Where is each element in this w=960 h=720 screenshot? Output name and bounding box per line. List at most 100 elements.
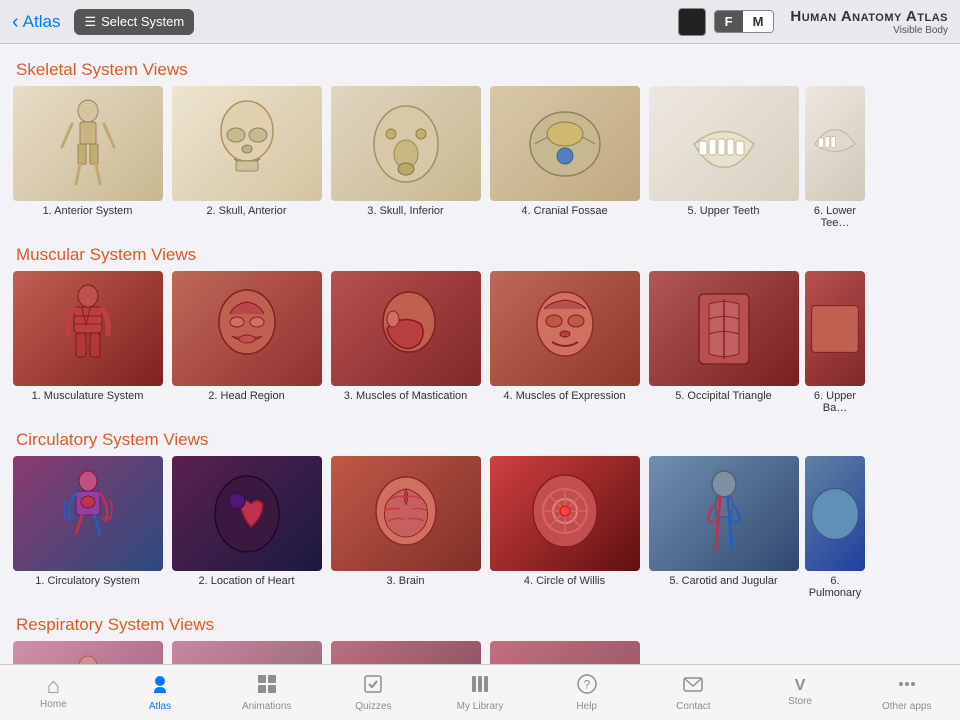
circulatory-image-2: [172, 456, 322, 571]
muscular-image-3: [331, 271, 481, 386]
muscular-grid: 1. Musculature System 2. Head Region: [0, 271, 960, 414]
brain-circ-svg: [366, 469, 446, 559]
tab-quizzes[interactable]: Quizzes: [320, 665, 427, 720]
help-icon: ?: [576, 673, 598, 699]
skeleton-anterior-svg: [58, 99, 118, 189]
circulatory-item-4[interactable]: 4. Circle of Willis: [487, 456, 642, 599]
store-icon: V: [795, 678, 806, 694]
tab-help[interactable]: ? Help: [533, 665, 640, 720]
skeletal-image-5: [649, 86, 799, 201]
circulatory-image-6: [805, 456, 865, 571]
muscular-image-1: [13, 271, 163, 386]
color-swatch[interactable]: [678, 8, 706, 36]
respiratory-image-2: [172, 641, 322, 664]
muscular-item-1[interactable]: 1. Musculature System: [10, 271, 165, 414]
back-button[interactable]: ‹ Atlas: [12, 12, 60, 32]
respiratory-item-4[interactable]: 4. Bronchi: [487, 641, 642, 664]
home-icon: ⌂: [47, 675, 60, 697]
app-subtitle: Visible Body: [790, 25, 948, 36]
skeletal-image-1: [13, 86, 163, 201]
skeletal-item-4[interactable]: 4. Cranial Fossae: [487, 86, 642, 229]
skeletal-item-2[interactable]: 2. Skull, Anterior: [169, 86, 324, 229]
tab-otherapps[interactable]: Other apps: [853, 665, 960, 720]
gender-f-button[interactable]: F: [715, 11, 743, 32]
tab-atlas[interactable]: Atlas: [107, 665, 214, 720]
respiratory-item-3[interactable]: 3. Larynx: [328, 641, 483, 664]
muscular-item-2[interactable]: 2. Head Region: [169, 271, 324, 414]
tab-animations[interactable]: Animations: [213, 665, 320, 720]
tab-home[interactable]: ⌂ Home: [0, 665, 107, 720]
section-muscular: Muscular System Views: [0, 239, 960, 414]
pulmonary-svg: [805, 469, 865, 559]
muscular-label-6: 6. Upper Ba…: [805, 390, 865, 414]
tab-help-label: Help: [576, 701, 597, 712]
circulatory-image-3: [331, 456, 481, 571]
muscular-item-3[interactable]: 3. Muscles of Mastication: [328, 271, 483, 414]
skeletal-item-1[interactable]: 1. Anterior System: [10, 86, 165, 229]
respiratory-image-4: [490, 641, 640, 664]
skull-inferior-svg: [366, 99, 446, 189]
circulatory-label-2: 2. Location of Heart: [194, 575, 298, 587]
circulatory-item-5[interactable]: 5. Carotid and Jugular: [646, 456, 801, 599]
respiratory-grid: 1. Respiratory System 2. Lungs 3. Larynx…: [0, 641, 960, 664]
respiratory-item-2[interactable]: 2. Lungs: [169, 641, 324, 664]
skeletal-label-2: 2. Skull, Anterior: [202, 205, 290, 217]
section-title-muscular: Muscular System Views: [0, 239, 960, 271]
muscular-item-4[interactable]: 4. Muscles of Expression: [487, 271, 642, 414]
respiratory-image-1: [13, 641, 163, 664]
muscular-label-3: 3. Muscles of Mastication: [340, 390, 472, 402]
muscular-item-5[interactable]: 5. Occipital Triangle: [646, 271, 801, 414]
circulatory-item-2[interactable]: 2. Location of Heart: [169, 456, 324, 599]
skeletal-item-5[interactable]: 5. Upper Teeth: [646, 86, 801, 229]
tab-contact[interactable]: Contact: [640, 665, 747, 720]
expression-svg: [530, 284, 600, 374]
respiratory-item-1[interactable]: 1. Respiratory System: [10, 641, 165, 664]
skeletal-grid: 1. Anterior System 2. Skull, Anterior: [0, 86, 960, 229]
circulatory-label-6: 6. Pulmonary: [805, 575, 865, 599]
muscular-item-6[interactable]: 6. Upper Ba…: [805, 271, 865, 414]
section-title-skeletal: Skeletal System Views: [0, 54, 960, 86]
section-title-circulatory: Circulatory System Views: [0, 424, 960, 456]
tab-store[interactable]: V Store: [747, 665, 854, 720]
gender-m-button[interactable]: M: [743, 11, 774, 32]
skull-anterior-svg: [212, 99, 282, 189]
section-respiratory: Respiratory System Views 1. Respiratory …: [0, 609, 960, 664]
skeletal-label-6: 6. Lower Tee…: [805, 205, 865, 229]
skeletal-label-5: 5. Upper Teeth: [684, 205, 764, 217]
muscular-image-6: [805, 271, 865, 386]
skeletal-image-6: [805, 86, 865, 201]
tab-library[interactable]: My Library: [427, 665, 534, 720]
heart-loc-svg: [207, 469, 287, 559]
tab-bar: ⌂ Home Atlas Animations Quizzes My Libra…: [0, 664, 960, 720]
app-title-block: Human Anatomy Atlas Visible Body: [790, 8, 948, 36]
tab-contact-label: Contact: [676, 701, 710, 712]
circulatory-item-1[interactable]: 1. Circulatory System: [10, 456, 165, 599]
circulatory-item-3[interactable]: 3. Brain: [328, 456, 483, 599]
skeletal-item-6[interactable]: 6. Lower Tee…: [805, 86, 865, 229]
section-skeletal: Skeletal System Views 1. Ante: [0, 54, 960, 229]
otherapps-icon: [896, 673, 918, 699]
mastication-svg: [371, 284, 441, 374]
skeletal-image-4: [490, 86, 640, 201]
app-header: ‹ Atlas ☰ Select System F M Human Anatom…: [0, 0, 960, 44]
skeletal-image-2: [172, 86, 322, 201]
circulatory-grid: 1. Circulatory System 2. Location of Hea…: [0, 456, 960, 599]
muscular-image-4: [490, 271, 640, 386]
circle-willis-svg: [520, 469, 610, 559]
muscular-label-2: 2. Head Region: [204, 390, 288, 402]
teeth-svg: [679, 109, 769, 179]
library-icon: [469, 673, 491, 699]
skeletal-label-4: 4. Cranial Fossae: [517, 205, 611, 217]
menu-icon: ☰: [84, 14, 96, 30]
muscular-image-2: [172, 271, 322, 386]
tab-otherapps-label: Other apps: [882, 701, 931, 712]
select-system-button[interactable]: ☰ Select System: [74, 9, 194, 35]
muscular-label-4: 4. Muscles of Expression: [499, 390, 629, 402]
tab-quizzes-label: Quizzes: [355, 701, 391, 712]
circulatory-item-6[interactable]: 6. Pulmonary: [805, 456, 865, 599]
skeletal-item-3[interactable]: 3. Skull, Inferior: [328, 86, 483, 229]
circulatory-label-3: 3. Brain: [383, 575, 429, 587]
app-title: Human Anatomy Atlas: [790, 8, 948, 25]
muscular-image-5: [649, 271, 799, 386]
carotid-svg: [694, 469, 754, 559]
